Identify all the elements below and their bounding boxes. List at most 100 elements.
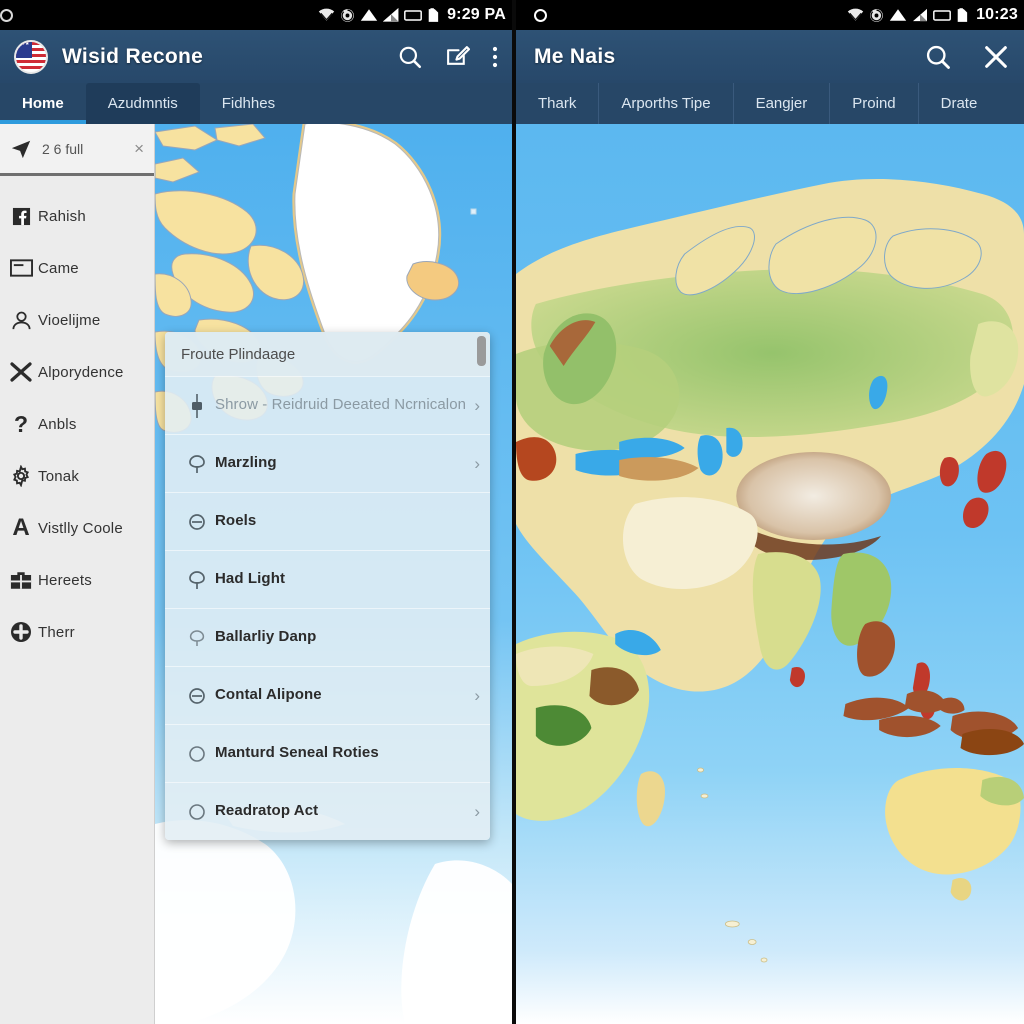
sheet-row-contal-alipone[interactable]: Contal Alipone ›	[165, 666, 490, 724]
tab-label: Fidhhes	[221, 95, 276, 112]
left-map-canvas[interactable]: Froute Plindaage Shrow - Reidruid Deeate…	[155, 124, 512, 1024]
chevron-right-icon: ›	[474, 685, 480, 705]
card-icon	[4, 255, 38, 281]
drawer-item-label: Tonak	[38, 467, 80, 485]
tab-label: Thark	[538, 95, 577, 112]
sheet-scrollbar-thumb[interactable]	[477, 336, 486, 366]
circle-icon	[0, 8, 13, 22]
question-icon: ?	[13, 410, 29, 437]
drawer-item-hereets[interactable]: Hereets	[0, 554, 154, 606]
drawer-item-came[interactable]: Came	[0, 242, 154, 294]
sheet-title: Froute Plindaage	[181, 345, 296, 363]
sheet-row-label: Roels	[215, 512, 257, 530]
sheet-row-marzling[interactable]: Marzling ›	[165, 434, 490, 492]
drawer-item-therr[interactable]: Therr	[0, 606, 154, 658]
tab-drate[interactable]: Drate	[917, 83, 1000, 124]
app-title: Wisid Recone	[62, 44, 204, 68]
tab-label: Drate	[940, 95, 978, 112]
left-phone-body: 2 6 full × Rahish Came Vioelijme Alporyd…	[0, 124, 512, 1024]
drawer-header-text: 2 6 full	[42, 140, 84, 157]
drawer-item-rahish[interactable]: Rahish	[0, 190, 154, 242]
battery-outline-icon	[933, 9, 951, 21]
sheet-row-label: Readratop Act	[215, 802, 319, 820]
pin-icon	[179, 453, 215, 475]
drawer-item-vioelijme[interactable]: Vioelijme	[0, 294, 154, 346]
drawer-item-label: Therr	[38, 623, 75, 641]
drawer-header: 2 6 full ×	[0, 124, 154, 176]
tab-arporths-tipe[interactable]: Arporths Tipe	[598, 83, 732, 124]
left-app-bar: Wisid Recone	[0, 30, 512, 83]
eurasia-physical-map	[516, 124, 1024, 1024]
sheet-header: Froute Plindaage	[165, 332, 490, 376]
sheet-row-had-light[interactable]: Had Light	[165, 550, 490, 608]
drawer-item-label: Hereets	[38, 571, 92, 589]
wifi-icon	[847, 8, 864, 21]
tab-proind[interactable]: Proind	[829, 83, 917, 124]
tab-thark[interactable]: Thark	[516, 83, 598, 124]
sheet-row-label: Manturd Seneal Roties	[215, 744, 379, 762]
cell-signal-icon	[913, 8, 928, 22]
drawer-item-list: Rahish Came Vioelijme Alporydence ? Anbl…	[0, 176, 154, 658]
tab-azudmntis[interactable]: Azudmntis	[85, 83, 200, 124]
sheet-row-label: Contal Alipone	[215, 686, 322, 704]
search-icon[interactable]	[924, 43, 952, 71]
chevron-right-icon: ›	[474, 801, 480, 821]
overflow-menu-icon[interactable]	[492, 45, 498, 69]
sheet-row-label: Had Light	[215, 570, 286, 588]
drawer-item-label: Vioelijme	[38, 311, 101, 329]
sheet-row-label: Shrow - Reidruid Deeated Ncrnicalon	[215, 396, 467, 414]
battery-outline-icon	[404, 9, 422, 21]
app-bar-actions	[924, 43, 1010, 71]
drawer-item-label: Came	[38, 259, 79, 277]
right-status-bar: 10:23	[516, 0, 1024, 30]
pin-icon	[179, 569, 215, 591]
tab-eangjer[interactable]: Eangjer	[732, 83, 830, 124]
tab-home[interactable]: Home	[0, 83, 86, 124]
tab-label: Arporths Tipe	[621, 95, 711, 112]
status-bar-right-icons: 9:29 PA	[318, 6, 506, 24]
chevron-right-icon: ›	[474, 453, 480, 473]
sheet-row-roels[interactable]: Roels	[165, 492, 490, 550]
right-tab-bar: Thark Arporths Tipe Eangjer Proind Drate	[516, 83, 1024, 124]
drawer-item-label: Alporydence	[38, 363, 124, 381]
plus-circle-icon	[4, 619, 38, 645]
sheet-row-shrow[interactable]: Shrow - Reidruid Deeated Ncrnicalon ›	[165, 376, 490, 434]
sheet-row-manturd-seneal-roties[interactable]: Manturd Seneal Roties	[165, 724, 490, 782]
close-icon[interactable]: ×	[134, 139, 144, 159]
sync-icon	[341, 8, 354, 22]
right-map-canvas[interactable]	[516, 124, 1024, 1024]
app-title: Me Nais	[534, 44, 616, 68]
sheet-row-ballarliy-danp[interactable]: Ballarliy Danp	[165, 608, 490, 666]
chevron-right-icon: ›	[474, 395, 480, 415]
drawer-item-anbls[interactable]: ? Anbls	[0, 398, 154, 450]
close-icon[interactable]	[982, 43, 1010, 71]
status-bar-time: 9:29 PA	[447, 6, 506, 23]
status-bar-time: 10:23	[976, 6, 1018, 23]
person-icon	[4, 307, 38, 333]
circle-icon	[179, 803, 215, 821]
circle-icon	[534, 8, 547, 22]
sheet-row-label: Ballarliy Danp	[215, 628, 317, 646]
drawer-item-alporydence[interactable]: Alporydence	[0, 346, 154, 398]
tab-label: Azudmntis	[107, 95, 178, 112]
drawer-item-tonak[interactable]: Tonak	[0, 450, 154, 502]
app-bar-actions	[397, 44, 498, 70]
status-bar-left-icons	[0, 8, 318, 22]
tab-fidhhes[interactable]: Fidhhes	[200, 83, 297, 124]
right-app-bar: Me Nais	[516, 30, 1024, 83]
signal-triangle-icon	[360, 9, 378, 21]
drawer-item-label: Vistlly Coole	[38, 519, 123, 537]
wifi-icon	[318, 8, 335, 21]
facebook-icon	[4, 203, 38, 229]
sheet-row-label: Marzling	[215, 454, 277, 472]
dual-phone-screenshot: 9:29 PA Wisid Recone Home Azudmntis Fidh…	[0, 0, 1024, 1024]
letter-a-icon: A	[12, 514, 30, 541]
compose-icon[interactable]	[445, 44, 470, 69]
drawer-item-label: Rahish	[38, 207, 86, 225]
sim-card-icon	[957, 7, 968, 22]
drawer-item-vistlly-coole[interactable]: A Vistlly Coole	[0, 502, 154, 554]
tab-label: Proind	[852, 95, 896, 112]
us-flag-icon[interactable]	[14, 39, 48, 74]
sheet-row-readratop-act[interactable]: Readratop Act ›	[165, 782, 490, 840]
search-icon[interactable]	[397, 44, 423, 70]
